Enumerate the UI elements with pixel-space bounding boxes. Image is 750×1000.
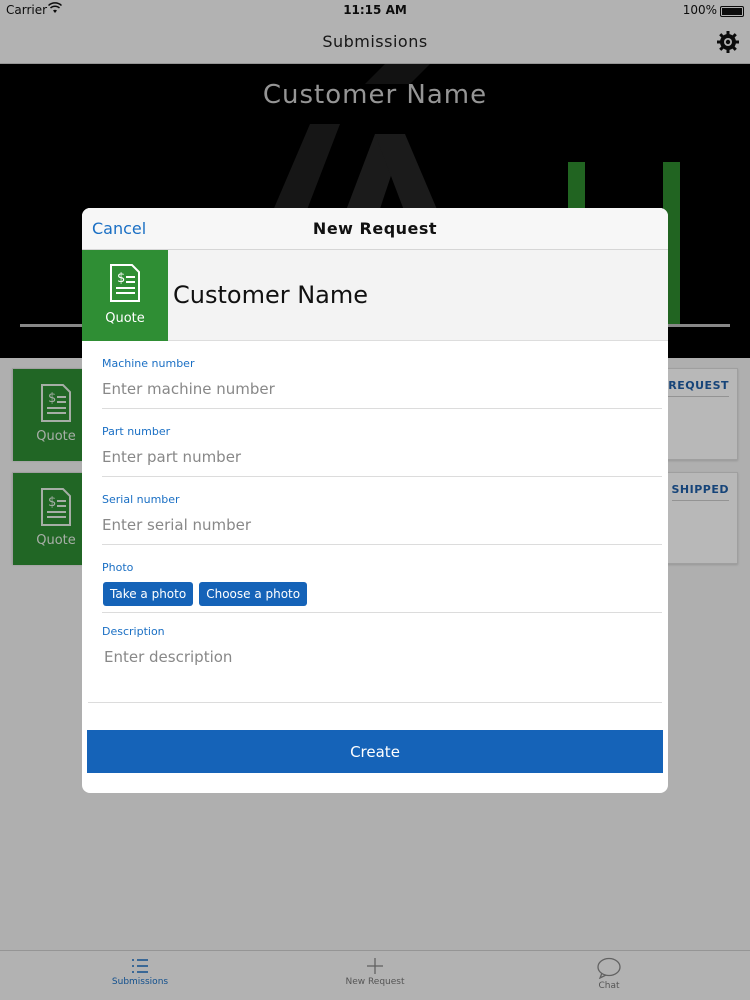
customer-header: $ Quote Customer Name xyxy=(82,250,668,341)
modal-header: Cancel New Request xyxy=(82,208,668,250)
part-number-input[interactable] xyxy=(102,438,662,476)
customer-name: Customer Name xyxy=(173,281,369,309)
take-photo-button[interactable]: Take a photo xyxy=(103,582,194,606)
new-request-modal: Cancel New Request $ Quote Customer Name… xyxy=(82,208,668,793)
description-input[interactable] xyxy=(102,638,662,702)
tile-label: Quote xyxy=(105,311,145,326)
photo-field: Photo Take a photo Choose a photo xyxy=(102,545,662,613)
create-button[interactable]: Create xyxy=(87,730,663,773)
description-field: Description xyxy=(88,613,662,703)
quote-tile: $ Quote xyxy=(82,250,168,341)
part-number-label: Part number xyxy=(102,425,171,438)
part-number-field: Part number xyxy=(102,409,662,477)
machine-number-label: Machine number xyxy=(102,357,195,370)
svg-text:$: $ xyxy=(117,271,125,286)
modal-title: New Request xyxy=(312,219,438,238)
serial-number-input[interactable] xyxy=(102,506,662,544)
photo-label: Photo xyxy=(102,561,134,574)
serial-number-label: Serial number xyxy=(102,493,180,506)
choose-photo-button[interactable]: Choose a photo xyxy=(199,582,308,606)
machine-number-input[interactable] xyxy=(102,370,662,408)
machine-number-field: Machine number xyxy=(102,341,662,409)
invoice-icon: $ xyxy=(110,264,140,302)
photo-button-group: Take a photo Choose a photo xyxy=(102,574,662,612)
serial-number-field: Serial number xyxy=(102,477,662,545)
description-label: Description xyxy=(102,625,165,638)
